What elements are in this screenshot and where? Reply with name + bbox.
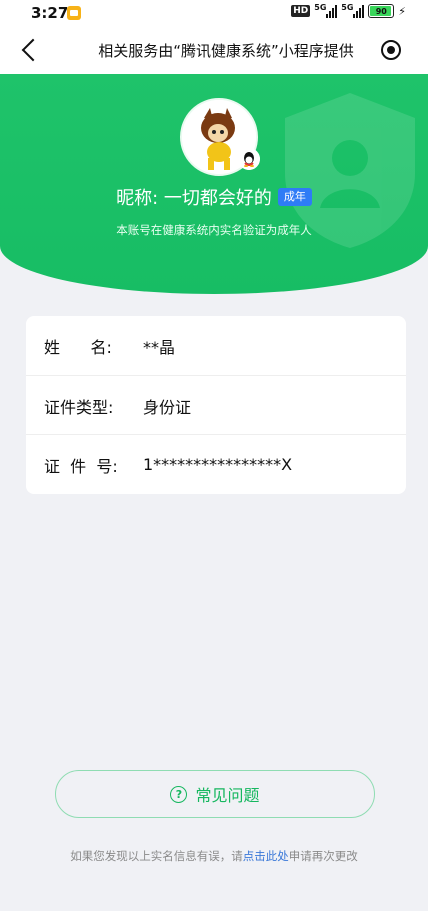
info-row-id-number: 证 件 号: 1****************X <box>26 434 406 494</box>
footer-text-before: 如果您发现以上实名信息有误，请 <box>70 849 243 863</box>
nav-bar: 相关服务由“腾讯健康系统”小程序提供 <box>0 26 428 74</box>
signal-icon: 5G <box>341 3 365 18</box>
footer-note: 如果您发现以上实名信息有误，请点击此处申请再次更改 <box>0 848 428 864</box>
info-row-id-type: 证件类型: 身份证 <box>26 375 406 435</box>
info-row-name: 姓 名: **晶 <box>26 316 406 375</box>
nickname-row: 昵称: 一切都会好的 成年 <box>0 184 428 210</box>
notification-app-icon <box>67 6 81 20</box>
footer-text-after: 申请再次更改 <box>288 849 358 863</box>
battery-icon: 90 <box>368 4 395 18</box>
help-icon: ? <box>170 785 188 803</box>
charging-icon: ⚡ <box>398 4 406 18</box>
mini-program-close-icon[interactable] <box>381 40 401 60</box>
faq-label: 常见问题 <box>195 786 260 805</box>
back-icon[interactable] <box>21 38 45 62</box>
faq-button[interactable]: ? 常见问题 <box>55 770 375 818</box>
signal-icon: 5G <box>314 3 338 18</box>
battery-level: 90 <box>375 6 387 16</box>
adult-badge: 成年 <box>277 188 312 206</box>
info-label: 姓 名: <box>44 337 112 357</box>
info-value: **晶 <box>143 337 176 357</box>
nickname: 昵称: 一切都会好的 <box>116 188 272 209</box>
info-label: 证 件 号: <box>44 456 118 476</box>
identity-info-card: 姓 名: **晶 证件类型: 身份证 证 件 号: 1*************… <box>26 316 406 494</box>
status-indicators: HD 5G 5G 90 ⚡ <box>291 3 406 18</box>
info-label: 证件类型: <box>44 397 114 417</box>
nav-title: 相关服务由“腾讯健康系统”小程序提供 <box>98 41 354 60</box>
status-time: 3:27 <box>31 4 69 22</box>
info-value: 1****************X <box>143 455 293 474</box>
signal-label: 5G <box>314 3 327 12</box>
status-bar: 3:27 HD 5G 5G 90 ⚡ <box>0 0 428 26</box>
click-here-link[interactable]: 点击此处 <box>243 849 289 863</box>
info-value: 身份证 <box>143 397 192 417</box>
profile-header: 昵称: 一切都会好的 成年 本账号在健康系统内实名验证为成年人 <box>0 74 428 294</box>
hd-icon: HD <box>291 5 311 17</box>
qq-badge-icon <box>238 148 260 170</box>
verification-note: 本账号在健康系统内实名验证为成年人 <box>116 223 312 237</box>
signal-label: 5G <box>341 3 354 12</box>
